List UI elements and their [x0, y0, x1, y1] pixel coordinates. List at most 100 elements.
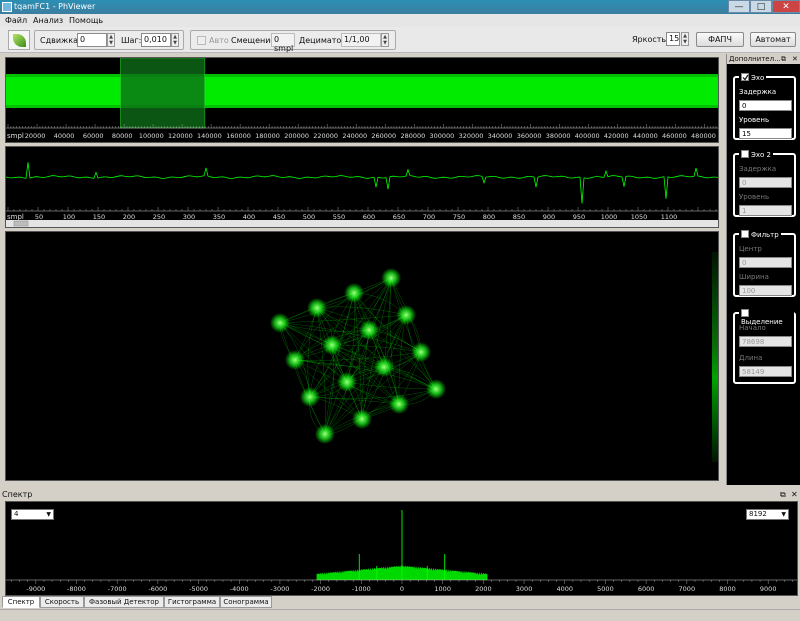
transition-curve	[279, 322, 326, 435]
constellation-point	[336, 372, 357, 393]
spectrum-tick-label: 0	[400, 585, 404, 593]
waveform-scrollbar[interactable]	[6, 220, 718, 227]
maximize-button[interactable]: □	[750, 0, 772, 13]
overview-tick-label: 400000	[575, 132, 600, 140]
spectrum-tick-label: 6000	[638, 585, 655, 593]
waveform-tick-label: 750	[453, 213, 465, 221]
constellation-plot	[269, 252, 718, 462]
constellation-point	[396, 304, 417, 325]
step-input[interactable]: 0,010	[141, 33, 171, 47]
window-title: tqamFC1 - PhViewer	[14, 2, 96, 11]
tab-speed[interactable]: Скорость	[40, 596, 84, 608]
waveform-tick-label: 350	[213, 213, 225, 221]
selection-checkbox[interactable]	[741, 309, 749, 317]
tab-histogram[interactable]: Гистограмма	[164, 596, 220, 608]
constellation-point	[284, 349, 305, 370]
spectrum-tick-label: 4000	[556, 585, 573, 593]
waveform-tick-label: 850	[513, 213, 525, 221]
overview-pane[interactable]: 20000 40000 60000 80000 100000 120000 140000 16…	[5, 57, 719, 143]
auto-checkbox[interactable]	[197, 36, 206, 45]
constellation-point	[411, 342, 432, 363]
spectrum-float-icon[interactable]: ⧉	[780, 489, 786, 500]
filter-checkbox[interactable]	[741, 230, 749, 238]
dock-float-icon[interactable]: ⧉	[781, 54, 786, 64]
menu-file[interactable]: Файл	[5, 16, 27, 25]
analysis-tabs: Спектр Скорость Фазовый Детектор Гистогр…	[0, 596, 800, 609]
echo2-checkbox[interactable]	[741, 150, 749, 158]
waveform-tick-label: 800	[483, 213, 495, 221]
shift-input[interactable]: 0	[77, 33, 107, 47]
open-file-button[interactable]	[8, 30, 30, 50]
overview-tick-label: 200000	[284, 132, 309, 140]
spectrum-tick-label: 9000	[760, 585, 777, 593]
title-bar: tqamFC1 - PhViewer — □ ✕	[0, 0, 800, 14]
spectrum-pane[interactable]: 4 ▼ 8192 ▼ -9000 -8000 -7000 -6000 -5000 -4000-…	[5, 501, 798, 596]
waveform-plot: 50 100 150 200 250 300 350 400 450 500 550 600 650 70…	[6, 162, 718, 227]
automat-button[interactable]: Автомат	[750, 32, 796, 47]
constellation-point	[351, 409, 372, 430]
echo2-group: Эхо 2 Задержка 0 Уровень 1	[733, 149, 796, 217]
constellation-pane[interactable]	[5, 231, 719, 481]
overview-signal-band	[6, 76, 718, 106]
minimize-button[interactable]: —	[728, 0, 750, 13]
close-button[interactable]: ✕	[772, 0, 800, 13]
overview-tick-label: 280000	[400, 132, 425, 140]
overview-axis-unit: smpl	[7, 132, 24, 140]
spectrum-tick-label: 3000	[516, 585, 533, 593]
waveform-tick-label: 600	[363, 213, 375, 221]
menu-help[interactable]: Помощь	[69, 16, 103, 25]
brightness-input[interactable]: 15	[666, 32, 680, 46]
constellation-point	[269, 312, 290, 333]
spectrum-tick-label: 1000	[434, 585, 451, 593]
constellation-point	[426, 379, 447, 400]
overview-tick-label: 460000	[662, 132, 687, 140]
step-spinner[interactable]: ▲ ▼	[171, 33, 179, 47]
waveform-tick-label: 300	[183, 213, 195, 221]
echo-checkbox[interactable]	[741, 73, 749, 81]
echo2-delay-label: Задержка	[739, 165, 777, 173]
spectrum-close-icon[interactable]: ✕	[791, 489, 798, 500]
echo2-level-input[interactable]: 1	[739, 205, 792, 216]
selection-start-input[interactable]: 78698	[739, 336, 792, 347]
overview-tick-label: 80000	[112, 132, 133, 140]
overview-tick-label: 100000	[139, 132, 164, 140]
shift-group: Сдвижка: 0 ▲ ▼ Шаг: 0,010 ▲ ▼	[34, 30, 184, 50]
overview-tick-label: 420000	[604, 132, 629, 140]
menu-analysis[interactable]: Анализ	[33, 16, 63, 25]
echo2-delay-input[interactable]: 0	[739, 177, 792, 188]
echo-level-input[interactable]: 15	[739, 128, 792, 139]
additional-dock: Дополнител... ⧉ ✕ Эхо Задержка 0 Уровень…	[726, 54, 800, 485]
filter-width-input[interactable]: 100	[739, 285, 792, 296]
selection-region[interactable]	[120, 58, 206, 129]
spectrum-tick-label: -5000	[189, 585, 208, 593]
dock-close-icon[interactable]: ✕	[792, 54, 798, 64]
shift-spinner[interactable]: ▲ ▼	[107, 33, 115, 47]
decimator-input[interactable]: 1/1,00	[341, 33, 381, 47]
tab-phase-detector[interactable]: Фазовый Детектор	[84, 596, 164, 608]
selection-start-label: Начало	[739, 324, 766, 332]
waveform-tick-label: 900	[543, 213, 555, 221]
waveform-scroll-thumb[interactable]	[13, 220, 29, 227]
waveform-tick-label: 200	[123, 213, 135, 221]
overview-tick-label: 180000	[255, 132, 280, 140]
echo-delay-input[interactable]: 0	[739, 100, 792, 111]
tab-spectrum[interactable]: Спектр	[2, 596, 40, 608]
brightness-strip	[712, 252, 718, 462]
decimator-spinner[interactable]: ▲ ▼	[381, 33, 389, 47]
constellation-point	[381, 267, 402, 288]
scope-area: 20000 40000 60000 80000 100000 120000 140000 16…	[0, 54, 725, 485]
fapch-button[interactable]: ФАПЧ	[696, 32, 744, 47]
overview-tick-label: 40000	[54, 132, 75, 140]
waveform-tick-label: 250	[153, 213, 165, 221]
waveform-pane[interactable]: 50 100 150 200 250 300 350 400 450 500 550 600 650 70…	[5, 146, 719, 228]
filter-center-input[interactable]: 0	[739, 257, 792, 268]
app-icon	[2, 2, 12, 12]
selection-length-input[interactable]: 58149	[739, 366, 792, 377]
brightness-spinner[interactable]: ▲ ▼	[681, 32, 689, 46]
offset-input[interactable]: 0 smpl	[271, 33, 295, 53]
constellation-point	[359, 319, 380, 340]
menu-bar: Файл Анализ Помощь	[0, 14, 800, 27]
spectrum-tick-label: -1000	[352, 585, 371, 593]
tab-sonogram[interactable]: Сонограмма	[220, 596, 272, 608]
spectrum-tick-label: 8000	[719, 585, 736, 593]
